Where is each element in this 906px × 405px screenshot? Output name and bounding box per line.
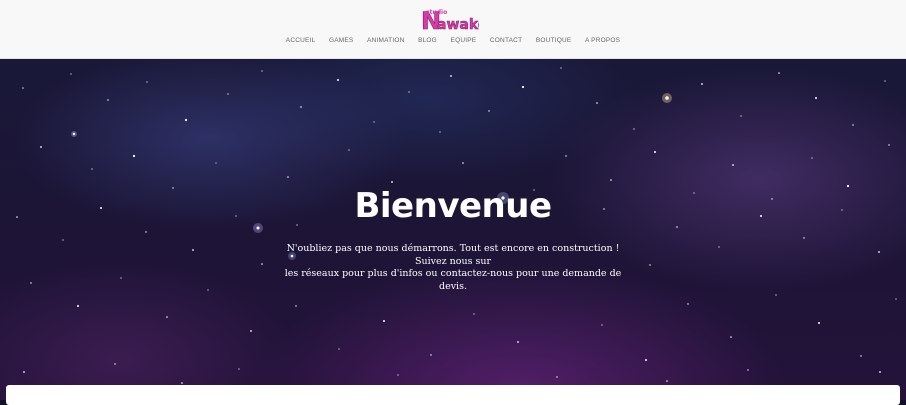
main-nav: ACCUEIL GAMES ANIMATION BLOG EQUIPE CONTACT BO… — [0, 37, 906, 44]
nav-boutique[interactable]: BOUTIQUE — [536, 37, 572, 44]
nav-blog[interactable]: BLOG — [418, 37, 437, 44]
logo-image: N studio awake — [421, 7, 479, 32]
starfield-background — [16, 67, 897, 395]
hero-title: Bienvenue — [354, 186, 552, 226]
hero-description: N'oubliez pas que nous démarrons. Tout e… — [273, 243, 633, 293]
nav-accueil[interactable]: ACCUEIL — [286, 37, 316, 44]
svg-text:awake: awake — [437, 17, 479, 32]
nav-contact[interactable]: CONTACT — [490, 37, 522, 44]
nav-a-propos[interactable]: A PROPOS — [585, 37, 620, 44]
hero-line-1: N'oubliez pas que nous démarrons. Tout e… — [286, 243, 620, 267]
nav-animation[interactable]: ANIMATION — [367, 37, 404, 44]
nav-equipe[interactable]: EQUIPE — [451, 37, 477, 44]
site-header: N studio awake ACCUEIL GAMES ANIMATION BLOG… — [0, 0, 906, 59]
site-logo[interactable]: N studio awake — [421, 6, 479, 32]
bright-stars — [71, 93, 672, 260]
nav-games[interactable]: GAMES — [329, 37, 353, 44]
svg-text:studio: studio — [426, 9, 447, 16]
hero-section: Bienvenue N'oubliez pas que nous démarro… — [0, 59, 906, 400]
star-dots — [16, 67, 897, 395]
content-card — [6, 385, 900, 405]
hero-line-2: les réseaux pour plus d'infos ou contact… — [284, 268, 622, 292]
